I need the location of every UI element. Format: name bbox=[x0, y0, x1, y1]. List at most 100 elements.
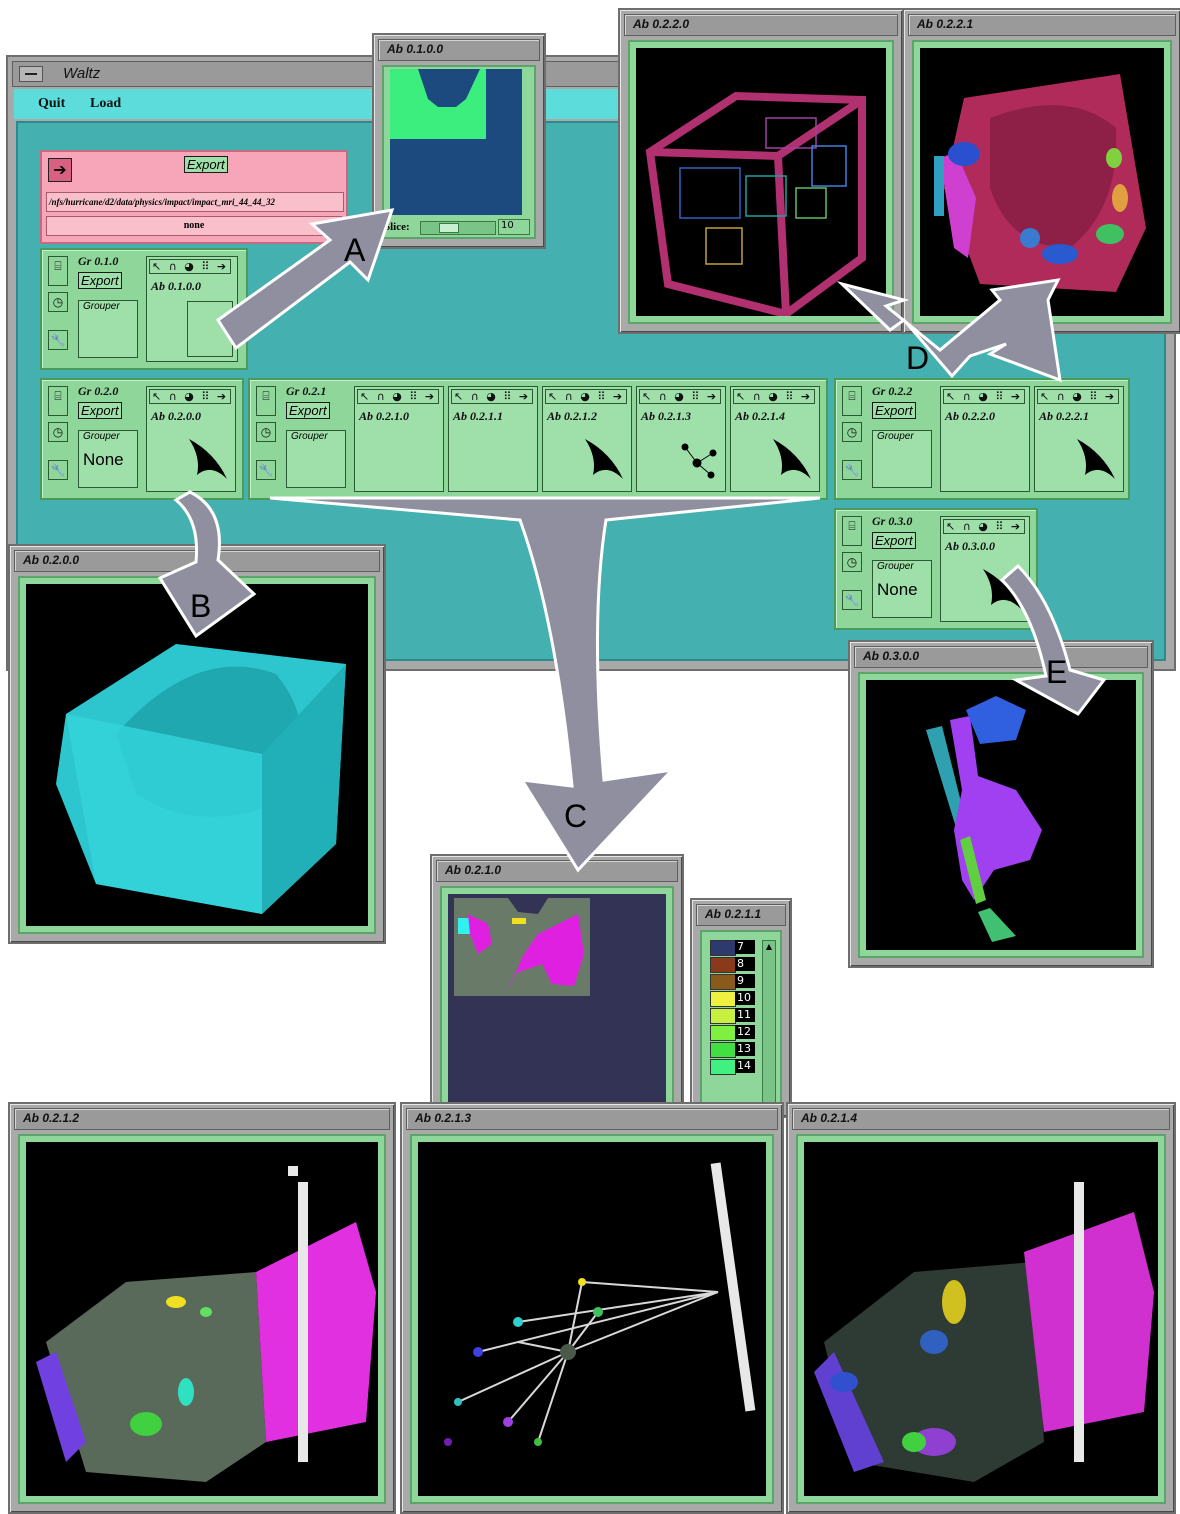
cyan-isosurface-render bbox=[56, 644, 346, 914]
window-titlebar[interactable]: Ab 0.2.2.0 bbox=[624, 14, 898, 36]
window-ab-0-2-1-0: Ab 0.2.1.0 bbox=[430, 854, 684, 1118]
abstractor-0-2-0-0[interactable]: ↖ ∩ ◕ ⠿ ➔ Ab 0.2.0.0 bbox=[146, 386, 236, 492]
abstractor-toolbar[interactable]: ↖ ∩ ◕ ⠿ ➔ bbox=[639, 389, 722, 404]
legend-row[interactable]: 13 bbox=[710, 1042, 758, 1058]
group-label: Gr 0.2.1 bbox=[286, 384, 327, 398]
legend-row[interactable]: 11 bbox=[710, 1008, 758, 1024]
window-titlebar[interactable]: Ab 0.1.0.0 bbox=[378, 39, 540, 61]
clock-icon[interactable]: ◷ bbox=[842, 422, 862, 442]
window-titlebar[interactable]: Ab 0.2.1.4 bbox=[792, 1108, 1170, 1130]
abstractor-0-2-2-0[interactable]: ↖ ∩ ◕ ⠿ ➔ Ab 0.2.2.0 bbox=[940, 386, 1030, 492]
window-titlebar[interactable]: Ab 0.2.0.0 bbox=[14, 550, 380, 572]
window-titlebar[interactable]: Ab 0.2.1.0 bbox=[436, 860, 678, 882]
legend-row[interactable]: 9 bbox=[710, 974, 758, 990]
window-titlebar[interactable]: Ab 0.2.1.2 bbox=[14, 1108, 390, 1130]
window-title: Ab 0.1.0.0 bbox=[387, 42, 444, 56]
abstractor-0-2-1-0[interactable]: ↖ ∩ ◕ ⠿ ➔ Ab 0.2.1.0 bbox=[354, 386, 444, 492]
isosurface-icon[interactable] bbox=[1073, 433, 1119, 485]
clock-icon[interactable]: ◷ bbox=[256, 422, 276, 442]
clip-icon[interactable]: ⌸ bbox=[48, 256, 68, 286]
abstractor-toolbar[interactable]: ↖ ∩ ◕ ⠿ ➔ bbox=[1037, 389, 1120, 404]
isosurface-icon[interactable] bbox=[769, 433, 815, 485]
abstractor-0-2-2-1[interactable]: ↖ ∩ ◕ ⠿ ➔ Ab 0.2.2.1 bbox=[1034, 386, 1124, 492]
abstractor-label: Ab 0.2.0.0 bbox=[151, 409, 202, 423]
import-arrow-button[interactable]: ➔ bbox=[48, 158, 72, 182]
export-button[interactable]: Export bbox=[872, 402, 916, 419]
isosurface-icon[interactable] bbox=[581, 433, 627, 485]
abstractor-0-1-0-0[interactable]: ↖ ∩ ◕ ⠿ ➔ Ab 0.1.0.0 bbox=[146, 256, 238, 362]
wrench-icon[interactable]: 🔧 bbox=[48, 330, 68, 350]
wrench-icon[interactable]: 🔧 bbox=[842, 460, 862, 480]
abstractor-0-3-0-0[interactable]: ↖ ∩ ◕ ⠿ ➔ Ab 0.3.0.0 bbox=[940, 516, 1030, 622]
abstractor-toolbar[interactable]: ↖ ∩ ◕ ⠿ ➔ bbox=[149, 259, 232, 274]
legend-row[interactable]: 14 bbox=[710, 1059, 758, 1075]
window-frame bbox=[440, 886, 674, 1116]
abstractor-toolbar[interactable]: ↖ ∩ ◕ ⠿ ➔ bbox=[149, 389, 232, 404]
legend-row[interactable]: 12 bbox=[710, 1025, 758, 1041]
scroll-up-icon[interactable]: ▲ bbox=[764, 942, 774, 952]
render-view[interactable] bbox=[418, 1142, 766, 1496]
export-button[interactable]: Export bbox=[78, 402, 122, 419]
group-label: Gr 0.2.2 bbox=[872, 384, 913, 398]
window-titlebar[interactable]: Ab 0.2.1.1 bbox=[696, 904, 786, 926]
window-ab-0-2-2-1: Ab 0.2.2.1 bbox=[902, 8, 1180, 334]
arrow-label-e: E bbox=[1046, 654, 1068, 690]
grouper-panel[interactable]: Grouper None bbox=[78, 430, 138, 488]
abstractor-label: Ab 0.2.1.1 bbox=[453, 409, 504, 423]
window-menu-icon[interactable] bbox=[19, 66, 43, 82]
export-button[interactable]: Export bbox=[78, 272, 122, 289]
abstractor-label: Ab 0.2.1.0 bbox=[359, 409, 410, 423]
slice-tool-icon[interactable] bbox=[187, 301, 233, 357]
abstractor-label: Ab 0.2.2.0 bbox=[945, 409, 996, 423]
clip-icon[interactable]: ⌸ bbox=[842, 516, 862, 546]
clip-icon[interactable]: ⌸ bbox=[256, 386, 276, 416]
abstractor-0-2-1-4[interactable]: ↖ ∩ ◕ ⠿ ➔ Ab 0.2.1.4 bbox=[730, 386, 820, 492]
render-view[interactable] bbox=[866, 680, 1136, 950]
legend-row[interactable]: 10 bbox=[710, 991, 758, 1007]
abstractor-toolbar[interactable]: ↖ ∩ ◕ ⠿ ➔ bbox=[733, 389, 816, 404]
wrench-icon[interactable]: 🔧 bbox=[256, 460, 276, 480]
clip-icon[interactable]: ⌸ bbox=[48, 386, 68, 416]
abstractor-0-2-1-3[interactable]: ↖ ∩ ◕ ⠿ ➔ Ab 0.2.1.3 bbox=[636, 386, 726, 492]
render-view[interactable] bbox=[636, 48, 886, 316]
menu-load[interactable]: Load bbox=[90, 96, 121, 112]
menu-quit[interactable]: Quit bbox=[38, 96, 65, 112]
abstractor-0-2-1-2[interactable]: ↖ ∩ ◕ ⠿ ➔ Ab 0.2.1.2 bbox=[542, 386, 632, 492]
clock-icon[interactable]: ◷ bbox=[48, 422, 68, 442]
graph-icon[interactable] bbox=[675, 433, 721, 485]
clock-icon[interactable]: ◷ bbox=[842, 552, 862, 572]
isosurface-icon[interactable] bbox=[185, 433, 231, 485]
render-view[interactable] bbox=[448, 894, 666, 1108]
import-export-button[interactable]: Export bbox=[184, 156, 228, 173]
abstractor-toolbar[interactable]: ↖ ∩ ◕ ⠿ ➔ bbox=[943, 389, 1026, 404]
clip-icon[interactable]: ⌸ bbox=[842, 386, 862, 416]
abstractor-toolbar[interactable]: ↖ ∩ ◕ ⠿ ➔ bbox=[451, 389, 534, 404]
window-titlebar[interactable]: Ab 0.2.1.3 bbox=[406, 1108, 778, 1130]
wrench-icon[interactable]: 🔧 bbox=[48, 460, 68, 480]
grouper-panel[interactable]: Grouper bbox=[872, 430, 932, 488]
legend-row[interactable]: 8 bbox=[710, 957, 758, 973]
window-titlebar[interactable]: Ab 0.3.0.0 bbox=[854, 646, 1148, 668]
abstractor-toolbar[interactable]: ↖ ∩ ◕ ⠿ ➔ bbox=[545, 389, 628, 404]
grouper-panel[interactable]: Grouper bbox=[286, 430, 346, 488]
grouper-panel[interactable]: Grouper bbox=[78, 300, 138, 358]
legend-row[interactable]: 7 bbox=[710, 940, 758, 956]
isosurface-icon[interactable] bbox=[979, 563, 1025, 615]
export-button[interactable]: Export bbox=[872, 532, 916, 549]
render-view[interactable] bbox=[920, 48, 1164, 316]
render-view[interactable] bbox=[804, 1142, 1158, 1496]
render-view[interactable] bbox=[26, 1142, 378, 1496]
window-titlebar[interactable]: Ab 0.2.2.1 bbox=[908, 14, 1176, 36]
abstractor-toolbar[interactable]: ↖ ∩ ◕ ⠿ ➔ bbox=[943, 519, 1026, 534]
slice-slider[interactable] bbox=[420, 221, 496, 235]
wrench-icon[interactable]: 🔧 bbox=[842, 590, 862, 610]
render-view[interactable] bbox=[26, 584, 368, 926]
slice-value[interactable]: 10 bbox=[498, 219, 530, 235]
abstractor-toolbar[interactable]: ↖ ∩ ◕ ⠿ ➔ bbox=[357, 389, 440, 404]
export-button[interactable]: Export bbox=[286, 402, 330, 419]
slider-thumb[interactable] bbox=[439, 223, 459, 233]
legend-scrollbar[interactable]: ▲ bbox=[762, 940, 776, 1112]
clock-icon[interactable]: ◷ bbox=[48, 292, 68, 312]
abstractor-0-2-1-1[interactable]: ↖ ∩ ◕ ⠿ ➔ Ab 0.2.1.1 bbox=[448, 386, 538, 492]
grouper-panel[interactable]: Grouper None bbox=[872, 560, 932, 618]
